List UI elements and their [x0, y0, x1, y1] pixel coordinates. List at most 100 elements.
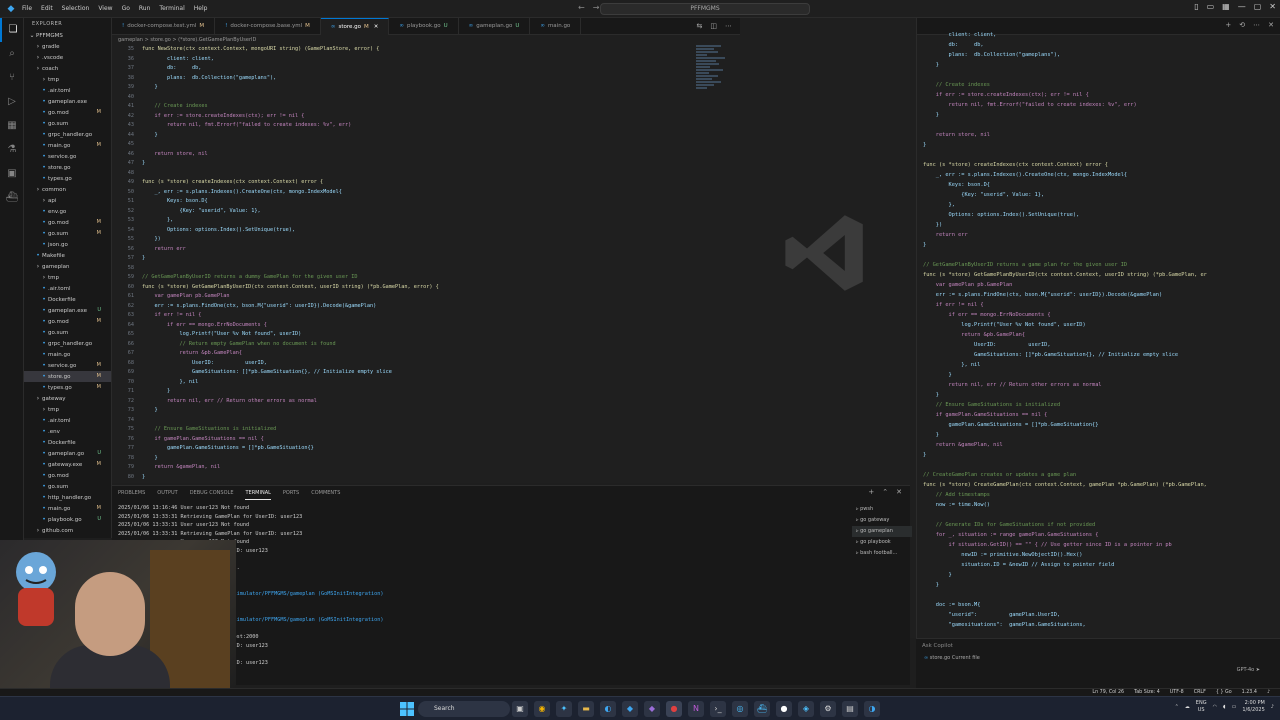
tree-file[interactable]: • grpc_handler.go — [24, 129, 111, 140]
tree-folder[interactable]: › tmp — [24, 272, 111, 283]
recorder-icon[interactable]: ● — [666, 701, 682, 717]
copilot-icon[interactable]: ✦ — [556, 701, 572, 717]
explorer-root[interactable]: ⌄PFFMGMS — [24, 30, 111, 41]
menu-edit[interactable]: Edit — [41, 5, 53, 12]
explorer-icon[interactable]: ❏ — [0, 18, 24, 42]
wifi-icon[interactable]: ◠ — [1213, 704, 1217, 710]
tree-file[interactable]: • go.mod — [24, 470, 111, 481]
terminal-item[interactable]: ▹ go playbook — [852, 537, 912, 548]
edge-dev-icon[interactable]: ◑ — [864, 701, 880, 717]
tree-file[interactable]: • Dockerfile — [24, 294, 111, 305]
tab-docker-compose-test[interactable]: ! docker-compose.test.yml M — [112, 18, 216, 35]
tab-ports[interactable]: PORTS — [283, 486, 299, 500]
menu-selection[interactable]: Selection — [62, 5, 90, 12]
tab-debug-console[interactable]: DEBUG CONSOLE — [190, 486, 234, 500]
tree-file[interactable]: • .air.toml — [24, 85, 111, 96]
tree-folder[interactable]: › github.com — [24, 525, 111, 536]
tree-file[interactable]: • go.mod M — [24, 316, 111, 327]
send-icon[interactable]: ➤ — [1256, 667, 1260, 673]
tree-folder[interactable]: › gameplan — [24, 261, 111, 272]
new-terminal-icon[interactable]: + — [868, 488, 874, 496]
tree-file[interactable]: • grpc_handler.go — [24, 338, 111, 349]
visual-studio-icon[interactable]: ◆ — [644, 701, 660, 717]
minimize-icon[interactable]: — — [1238, 2, 1246, 11]
tree-file[interactable]: • Dockerfile — [24, 437, 111, 448]
task-view-icon[interactable]: ▣ — [512, 701, 528, 717]
more-actions-icon[interactable]: ⋯ — [725, 18, 732, 34]
terminal-item[interactable]: ▹ pwsh — [852, 504, 912, 515]
vscode-icon[interactable]: ◆ — [622, 701, 638, 717]
terminal-item[interactable]: ▹ go gateway — [852, 515, 912, 526]
terminal-item[interactable]: ▹ go gameplan — [852, 526, 912, 537]
calculator-icon[interactable]: ▤ — [842, 701, 858, 717]
layout-icon[interactable]: ▦ — [1222, 2, 1230, 11]
tab-comments[interactable]: COMMENTS — [311, 486, 340, 500]
taskbar-search[interactable]: Search — [418, 701, 510, 717]
more-actions-icon[interactable]: ⋯ — [1253, 21, 1260, 29]
forward-arrow-icon[interactable]: → — [593, 3, 600, 12]
history-icon[interactable]: ⟲ — [1239, 21, 1245, 29]
tree-file[interactable]: • .air.toml — [24, 283, 111, 294]
code-content-right[interactable]: client: client, db: db, plans: db.Collec… — [923, 30, 1273, 630]
tree-file[interactable]: • go.sum — [24, 481, 111, 492]
menu-file[interactable]: File — [22, 5, 32, 12]
tab-docker-compose-base[interactable]: ! docker-compose.base.yml M — [215, 18, 321, 35]
code-content[interactable]: func NewStore(ctx context.Context, mongo… — [142, 45, 702, 482]
tree-folder[interactable]: › gradle — [24, 41, 111, 52]
tree-file[interactable]: • gameplan.exe — [24, 96, 111, 107]
tab-output[interactable]: OUTPUT — [157, 486, 177, 500]
testing-icon[interactable]: ⚗ — [0, 138, 24, 162]
editor-group-right[interactable]: + ⟲ ⋯ ✕ client: client, db: db, plans: d… — [916, 18, 1280, 638]
menu-go[interactable]: Go — [122, 5, 130, 12]
tree-file[interactable]: • types.go M — [24, 382, 111, 393]
chat-context-chip[interactable]: ∞ store.go Current file — [924, 655, 980, 661]
toggle-sidebar-icon[interactable]: ▯ — [1194, 2, 1198, 11]
close-tab-icon[interactable]: ✕ — [374, 24, 379, 30]
cloud-icon[interactable]: ☁ — [1185, 704, 1190, 710]
tree-folder[interactable]: › coach — [24, 63, 111, 74]
teams-icon[interactable]: ◈ — [798, 701, 814, 717]
tree-file[interactable]: • go.mod M — [24, 107, 111, 118]
windows-start-icon[interactable] — [400, 702, 414, 716]
tab-playbook-go[interactable]: ∞ playbook.go U — [389, 18, 459, 35]
github-icon[interactable]: ● — [776, 701, 792, 717]
minimap[interactable] — [696, 45, 732, 125]
compare-icon[interactable]: ⇆ — [697, 18, 703, 34]
clock[interactable]: 2:00 PM 1/6/2025 — [1242, 700, 1264, 714]
tree-folder[interactable]: › .vscode — [24, 52, 111, 63]
tree-file[interactable]: • http_handler.go — [24, 492, 111, 503]
tree-file[interactable]: • service.go M — [24, 360, 111, 371]
edge-icon[interactable]: ◐ — [600, 701, 616, 717]
close-panel-icon[interactable]: ✕ — [896, 488, 902, 496]
close-icon[interactable]: ✕ — [1268, 21, 1274, 29]
tab-problems[interactable]: PROBLEMS — [118, 486, 145, 500]
tree-file[interactable]: • types.go — [24, 173, 111, 184]
docker-icon[interactable]: ⛴ — [754, 701, 770, 717]
code-editor[interactable]: 35 36 37 38 39 40 41 42 43 44 45 46 47 48 49 50 51 52 53 54… — [112, 45, 740, 483]
split-editor-icon[interactable]: ◫ — [710, 18, 717, 34]
tree-file[interactable]: • gameplan.go U — [24, 448, 111, 459]
tree-file[interactable]: • main.go M — [24, 503, 111, 514]
search-icon[interactable]: ⌕ — [0, 42, 24, 66]
terminal-app-icon[interactable]: ›_ — [710, 701, 726, 717]
tree-file[interactable]: • .env — [24, 426, 111, 437]
tree-file[interactable]: • gameplan.exe U — [24, 305, 111, 316]
tree-file[interactable]: • gateway.exe M — [24, 459, 111, 470]
maximize-panel-icon[interactable]: ⌃ — [882, 488, 888, 496]
menu-view[interactable]: View — [98, 5, 112, 12]
settings-icon[interactable]: ⚙ — [820, 701, 836, 717]
tree-file[interactable]: • json.go — [24, 239, 111, 250]
back-arrow-icon[interactable]: ← — [578, 3, 585, 12]
close-window-icon[interactable]: ✕ — [1269, 2, 1276, 11]
notification-bell-icon[interactable]: ♪ — [1271, 704, 1274, 710]
add-icon[interactable]: + — [1225, 21, 1231, 29]
tree-file[interactable]: • go.mod M — [24, 217, 111, 228]
source-control-icon[interactable]: ⑂ — [0, 66, 24, 90]
remote-explorer-icon[interactable]: ▣ — [0, 162, 24, 186]
tree-file[interactable]: • main.go — [24, 349, 111, 360]
tree-file[interactable]: • go.sum — [24, 118, 111, 129]
tree-file[interactable]: • playbook.go U — [24, 514, 111, 525]
tree-folder[interactable]: › gateway — [24, 393, 111, 404]
tab-gameplan-go[interactable]: ∞ gameplan.go U — [459, 18, 531, 35]
tree-file[interactable]: • go.sum — [24, 327, 111, 338]
